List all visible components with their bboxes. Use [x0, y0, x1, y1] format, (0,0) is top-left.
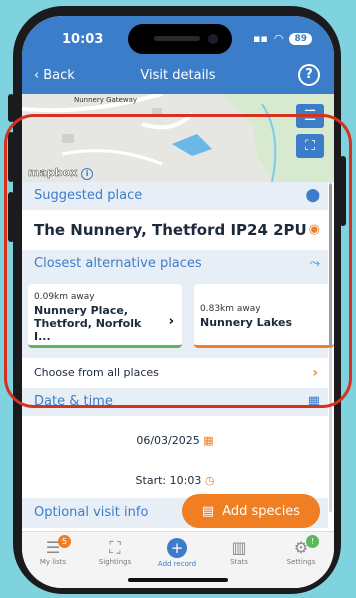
tab-my-lists[interactable]: ☰ 5 My lists: [22, 535, 84, 566]
signal-icon: ▪▪: [252, 32, 268, 45]
help-icon[interactable]: ?: [298, 64, 320, 86]
tab-settings[interactable]: ⚙ ! Settings: [270, 535, 332, 566]
tab-stats[interactable]: ▥ Stats: [208, 538, 270, 566]
settings-badge: !: [306, 535, 319, 548]
start-time: 10:03: [169, 474, 202, 487]
clock-icon: ◷: [204, 474, 215, 487]
list-icon: ☰: [45, 538, 61, 557]
clipboard-icon: ▤: [201, 503, 215, 519]
battery-icon: 89: [289, 32, 312, 45]
dynamic-island: [128, 24, 232, 54]
start-time-row[interactable]: Start: 10:03 ◷: [22, 466, 328, 496]
tab-label: Add record: [157, 560, 197, 568]
calendar-icon: ▦: [203, 434, 214, 447]
lists-badge: 5: [58, 535, 71, 548]
mute-switch: [8, 94, 14, 122]
optional-heading-text: Optional visit info: [34, 505, 149, 520]
tab-label: My lists: [39, 558, 67, 566]
annotation-highlight: [4, 114, 352, 408]
add-species-label: Add species: [222, 503, 301, 519]
add-species-button[interactable]: ▤ Add species: [182, 494, 320, 528]
tab-label: Stats: [230, 558, 248, 566]
map-street-label: Nunnery Gateway: [74, 96, 138, 104]
date-row[interactable]: 06/03/2025 ▦: [22, 416, 328, 466]
tab-bar: ☰ 5 My lists ⛶ Sightings + Add record ▥ …: [22, 531, 334, 588]
map-pin-icon: ⛶: [109, 538, 121, 557]
header: 10:03 ▪▪ ◠ 89 ‹ Back Visit details ?: [22, 16, 334, 94]
page-title: Visit details: [140, 68, 216, 83]
bar-chart-icon: ▥: [231, 538, 247, 557]
tab-add-record[interactable]: + Add record: [146, 538, 208, 568]
plus-icon: +: [167, 538, 187, 558]
tab-label: Sightings: [98, 558, 132, 566]
status-icons: ▪▪ ◠ 89: [253, 32, 312, 45]
home-indicator: [128, 578, 228, 582]
status-time: 10:03: [62, 32, 104, 47]
start-label: Start:: [135, 474, 167, 487]
wifi-icon: ◠: [273, 32, 284, 45]
visit-date: 06/03/2025: [136, 434, 200, 447]
gears-icon: ⚙: [293, 538, 309, 557]
tab-sightings[interactable]: ⛶ Sightings: [84, 538, 146, 566]
tab-label: Settings: [286, 558, 316, 566]
